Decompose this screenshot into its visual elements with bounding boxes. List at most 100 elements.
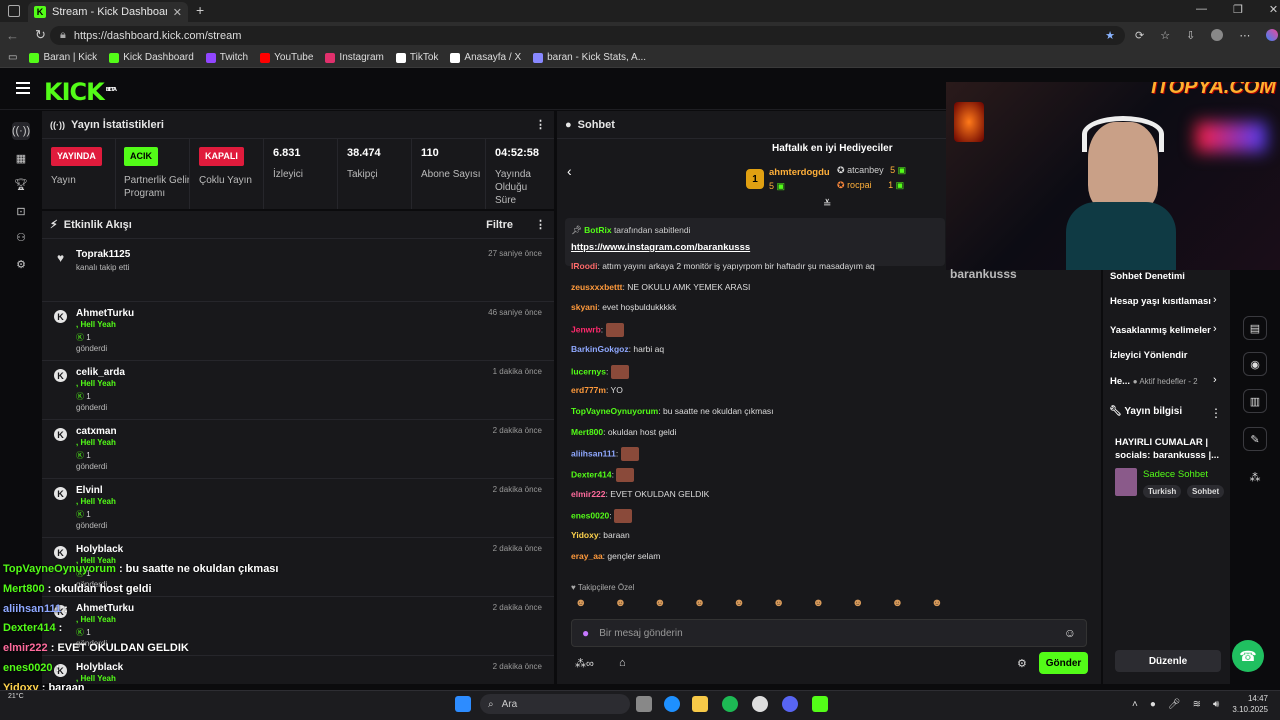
chat-username[interactable]: eray_aa [571,551,603,561]
chat-username[interactable]: zeusxxxbettt [571,282,623,292]
star-icon[interactable]: ★ [1105,29,1115,42]
refresh-icon[interactable]: ↻ [35,27,46,43]
chat-username[interactable]: lRoodi [571,261,597,271]
event-user[interactable]: AhmetTurku [76,308,134,319]
tray-app-icon[interactable]: ● [1150,699,1156,710]
chat-input[interactable]: ● Bir mesaj gönderin ☺ [571,619,1087,647]
goals-item[interactable]: He... ● Aktif hedefler - 2 [1110,376,1198,387]
edge-icon[interactable] [664,696,680,712]
chat-username[interactable]: erd777m [571,385,606,395]
tools-icon[interactable]: ✎ [1243,427,1267,451]
bookmark-2[interactable]: Twitch [205,52,248,63]
event-user[interactable]: Elvinl [76,485,103,496]
profile-avatar[interactable] [1211,29,1224,41]
bookmark-1[interactable]: Kick Dashboard [109,52,194,63]
minimize-icon[interactable]: — [1196,3,1207,16]
gifter-3[interactable]: ✪ rocpai 1 ▣ [837,180,904,191]
kebab-icon[interactable]: ⋮ [535,118,546,131]
emoji-icon[interactable]: ☺ [1064,626,1076,640]
downloads-icon[interactable]: ⇩ [1186,29,1195,42]
chrome-icon[interactable] [752,696,768,712]
account-age-item[interactable]: Hesap yaşı kısıtlaması [1110,296,1211,307]
chevron-right-icon[interactable]: › [1213,323,1217,335]
chat-username[interactable]: aliihsan111 [571,449,616,459]
close-window-icon[interactable]: ✕ [1269,3,1278,16]
mic-icon[interactable]: ● [582,626,589,640]
send-button[interactable]: Gönder [1039,652,1088,674]
chat-toggle-icon[interactable]: ▤ [1243,316,1267,340]
close-tab-icon[interactable]: ✕ [173,6,182,19]
taskbar-search[interactable]: ⌕ Ara [480,694,630,714]
address-bar[interactable]: 🔒︎ https://dashboard.kick.com/stream ★ [50,26,1125,45]
maximize-icon[interactable]: ❐ [1233,3,1243,16]
more-icon[interactable]: ⋯ [1239,29,1250,42]
filter-button[interactable]: Filtre [486,219,513,231]
kebab-icon[interactable]: ⋮ [535,218,546,231]
bookmark-7[interactable]: baran - Kick Stats, A... [533,52,646,63]
new-tab-icon[interactable]: + [196,2,204,18]
kick-points-icon[interactable]: ⁂∞ [575,657,594,670]
chat-username[interactable]: Mert800 [571,427,603,437]
category-name[interactable]: Sadece Sohbet [1143,469,1208,480]
window-menu-icon[interactable] [8,5,20,17]
pinned-link[interactable]: https://www.instagram.com/barankusss [571,242,750,253]
tray-chevron-icon[interactable]: ˄ [1132,699,1138,710]
event-user[interactable]: celik_arda [76,367,125,378]
browser-tab[interactable]: K Stream - Kick Dashboard ✕ [28,2,188,22]
chat-username[interactable]: BarkinGokgoz [571,344,629,354]
gifter-2[interactable]: ✪ atcanbey 5 ▣ [837,165,906,176]
nav-users-icon[interactable]: ⚇ [12,228,30,246]
nav-scan-icon[interactable]: ⊡ [12,202,30,220]
clock[interactable]: 14:47 3.10.2025 [1230,693,1268,715]
chat-username[interactable]: lucernys [571,366,606,376]
volume-icon[interactable]: 🔊︎ [1213,699,1219,710]
multistream-badge[interactable]: KAPALI [199,147,244,166]
kebab-icon[interactable]: ⋮ [1210,406,1222,420]
bookmark-6[interactable]: Anasayfa / X [450,52,521,63]
kick-logo[interactable]: KICK BETA [44,78,117,106]
bookmark-3[interactable]: YouTube [260,52,313,63]
hamburger-menu-icon[interactable] [16,82,30,94]
nav-settings-icon[interactable]: ⚙ [12,255,30,273]
nav-analytics-icon[interactable]: ▦ [12,149,30,167]
chevron-left-icon[interactable]: ‹ [567,163,572,179]
bookmark-0[interactable]: Baran | Kick [29,52,97,63]
chat-settings-icon[interactable]: ⚙ [1017,657,1027,670]
chat-username[interactable]: TopVayneOynuyorum [571,406,658,416]
start-icon[interactable] [455,696,471,712]
nav-stream-icon[interactable]: ((·)) [12,122,30,140]
event-user[interactable]: Holyblack [76,544,123,555]
partner-badge[interactable]: ACIK [124,147,158,166]
sidebar-toggle-icon[interactable]: ▭ [8,52,17,63]
chat-username[interactable]: Yidoxy [571,530,599,540]
wifi-icon[interactable]: ≋ [1193,699,1201,710]
broadcast-toggle-icon[interactable]: ◉ [1243,352,1267,376]
integrations-icon[interactable]: ⁂ [1243,465,1267,489]
chat-username[interactable]: enes0020 [571,511,609,521]
app-icon[interactable] [812,696,828,712]
chat-username[interactable]: Jenwrb [571,324,601,334]
chevron-right-icon[interactable]: › [1213,374,1217,386]
live-badge[interactable]: YAYINDA [51,147,102,166]
tag-sohbet[interactable]: Sohbet [1187,485,1225,498]
edit-button[interactable]: Düzenle [1115,650,1221,672]
bookmark-5[interactable]: TikTok [395,52,438,63]
layout-icon[interactable]: ▥ [1243,389,1267,413]
store-icon[interactable]: ⌂ [619,657,626,669]
emote-row[interactable]: ☻☻☻☻☻☻☻☻☻☻ [575,597,971,609]
chevron-right-icon[interactable]: › [1213,294,1217,306]
mic-tray-icon[interactable]: 🎤︎ [1168,699,1181,710]
chat-username[interactable]: Dexter414 [571,469,612,479]
event-user[interactable]: catxman [76,426,117,437]
chat-username[interactable]: elmir222 [571,489,606,499]
banned-words-item[interactable]: Yasaklanmış kelimeler [1110,325,1211,336]
tag-turkish[interactable]: Turkish [1143,485,1182,498]
event-user[interactable]: Toprak1125 [76,249,130,260]
favorites-icon[interactable]: ☆ [1160,29,1170,42]
weather-widget[interactable]: 21°C [8,693,24,700]
bookmark-4[interactable]: Instagram [325,52,384,63]
host-item[interactable]: İzleyici Yönlendir [1110,350,1187,361]
task-view-icon[interactable] [636,696,652,712]
collapse-icon[interactable]: ≚ [823,199,831,210]
gifter-1-name[interactable]: ahmterdogdu [769,167,830,178]
